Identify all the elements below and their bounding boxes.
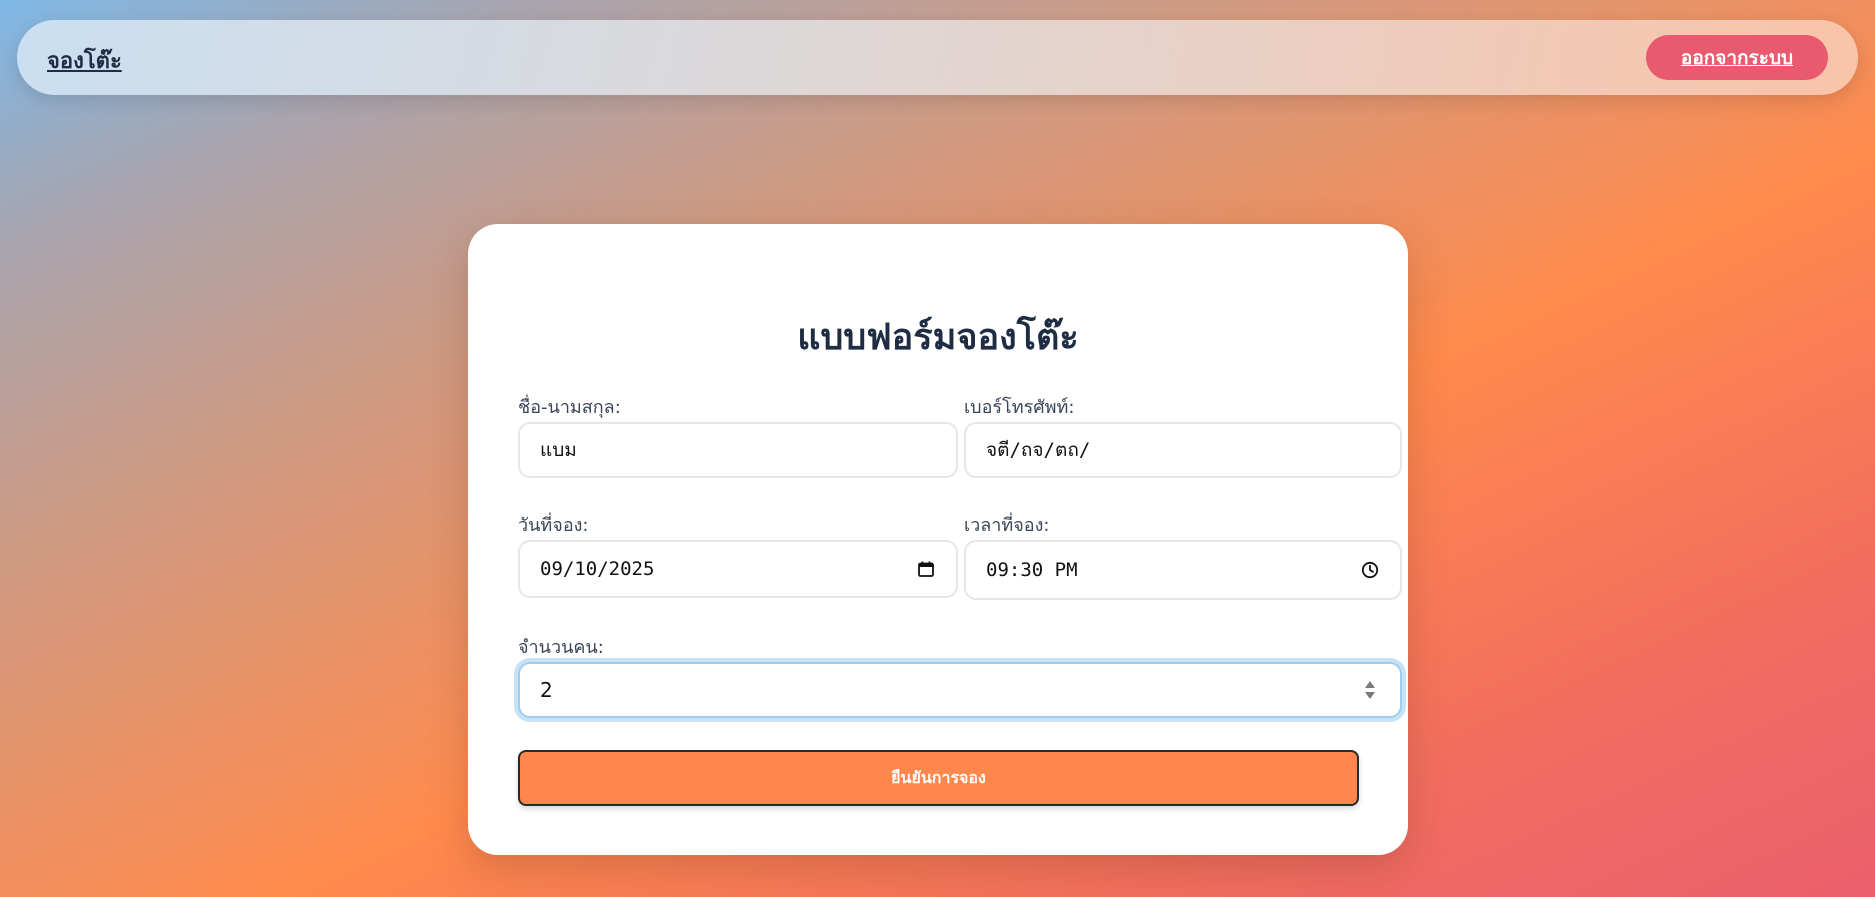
time-input-value: 09:30 PM [986, 559, 1078, 581]
time-label: เวลาที่จอง: [964, 515, 1050, 536]
calendar-icon[interactable] [916, 559, 936, 579]
brand-link[interactable]: จองโต๊ะ [47, 43, 122, 78]
date-input[interactable]: 09/10/2025 [518, 540, 958, 598]
name-input-value: แบม [540, 439, 577, 461]
guests-input-value: 2 [540, 678, 553, 702]
phone-input-value: จตี/ถจ/ตถ/ [986, 439, 1091, 461]
clock-icon[interactable] [1360, 560, 1380, 580]
name-input[interactable]: แบม [518, 422, 958, 478]
time-input[interactable]: 09:30 PM [964, 540, 1402, 600]
guests-stepper[interactable]: 2 [518, 662, 1402, 718]
form-title: แบบฟอร์มจองโต๊ะ [797, 317, 1079, 358]
logout-button[interactable]: ออกจากระบบ [1646, 35, 1828, 80]
guests-label: จำนวนคน: [518, 637, 604, 658]
date-label: วันที่จอง: [518, 515, 589, 536]
stepper-arrows-icon[interactable] [1360, 680, 1380, 700]
phone-label: เบอร์โทรศัพท์: [964, 397, 1075, 418]
name-label: ชื่อ-นามสกุล: [518, 397, 621, 418]
phone-input[interactable]: จตี/ถจ/ตถ/ [964, 422, 1402, 478]
top-navbar: จองโต๊ะ ออกจากระบบ [17, 20, 1858, 95]
booking-form-card: แบบฟอร์มจองโต๊ะ ชื่อ-นามสกุล: แบม เบอร์โ… [468, 224, 1408, 855]
submit-booking-button[interactable]: ยืนยันการจอง [518, 750, 1359, 806]
date-input-value: 09/10/2025 [540, 558, 655, 580]
